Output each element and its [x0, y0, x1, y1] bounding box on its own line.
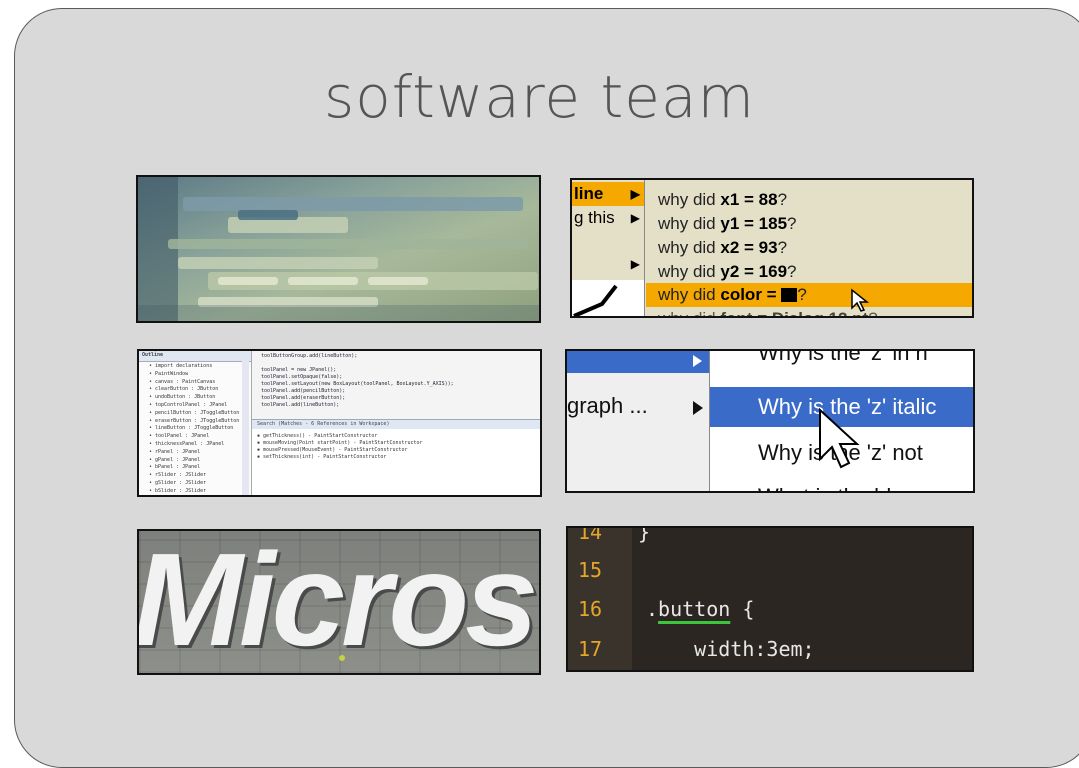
submenu-arrow-icon: [693, 401, 703, 415]
outline-item: • rPanel : JPanel: [149, 448, 201, 455]
code-line: toolPanel.add(eraserButton);: [261, 395, 346, 401]
eclipse-ide-screenshot: Outline Search (Matches - 6 References i…: [137, 349, 542, 497]
outline-item: • lineButton : JToggleButton: [149, 425, 234, 432]
submenu-arrow-icon: ▶: [630, 211, 640, 225]
submenu-arrow-icon: [693, 355, 702, 367]
question-item[interactable]: why did y2 = 169?: [646, 260, 972, 284]
question-item[interactable]: why did x2 = 93?: [646, 236, 972, 260]
code-line: toolPanel.add(lineButton);: [261, 402, 340, 408]
line-number: 14: [578, 526, 603, 544]
code-line: toolPanel.add(pencilButton);: [261, 388, 346, 394]
outline-item: • canvas : PaintCanvas: [149, 378, 216, 385]
line-number: 15: [578, 558, 603, 582]
parent-menu-highlight: [567, 351, 709, 373]
outline-item: • clearButton : JButton: [149, 386, 219, 393]
search-result-item: ▪ mouseMoving(Point startPoint) - PaintS…: [257, 440, 423, 446]
sign-lettering: Micros: [137, 529, 538, 673]
code-line: toolButtonGroup.add(lineButton);: [261, 353, 358, 359]
drawn-line-shape: [572, 280, 644, 316]
css-code-editor-screenshot: 14 } 15 16 .button { 17 width:3em;: [566, 526, 974, 672]
outline-item: • toolPanel : JPanel: [149, 433, 210, 440]
outline-item: • undoButton : JButton: [149, 394, 216, 401]
why-menu-blue-screenshot: graph ... Why is the 'z' in n Why is the…: [565, 349, 975, 493]
outline-item: • import declarations: [149, 363, 213, 369]
outline-item: • bPanel : JPanel: [149, 464, 201, 471]
mouse-pointer-icon: [819, 407, 860, 469]
mouse-pointer-icon: [851, 288, 870, 312]
menu-item-blank[interactable]: ▶: [572, 252, 644, 276]
outline-item: • topControlPanel : JPanel: [149, 402, 228, 408]
question-item[interactable]: Why is the 'z' in n: [710, 351, 973, 373]
code-line: toolPanel = new JPanel();: [261, 367, 337, 373]
search-panel-label: Search (Matches - 6 References in Worksp…: [257, 421, 390, 427]
slide-title: software team: [324, 63, 755, 131]
menu-item-line[interactable]: line ▶: [572, 182, 644, 206]
ide-photo-image: [136, 175, 541, 323]
outline-item: • PaintWindow: [149, 370, 189, 377]
search-result-item: ▪ mousePressed(MouseEvent) - PaintStartC…: [257, 447, 408, 453]
code-line: toolPanel.setLayout(new BoxLayout(toolPa…: [261, 381, 454, 387]
question-item[interactable]: why did font = Dialog 12 pt?: [646, 307, 972, 316]
question-item[interactable]: What is the bl: [710, 477, 973, 491]
why-menu-orange-screenshot: line ▶ g this ▶ ▶ why did x1 = 88? why did…: [570, 178, 974, 318]
code-line-selector[interactable]: .button {: [646, 597, 754, 621]
outline-item: • gPanel : JPanel: [149, 456, 201, 463]
code-line: width:3em;: [646, 637, 815, 661]
search-result-item: ▪ setThickness(int) - PaintStartConstruc…: [257, 454, 387, 460]
outline-item: • gSlider : JSlider: [149, 480, 207, 486]
search-result-item: ▪ getThickness() - PaintStartConstructor: [257, 433, 378, 439]
question-item[interactable]: why did x1 = 88?: [646, 188, 972, 212]
outline-item: • rSlider : JSlider: [149, 472, 207, 479]
color-swatch: [781, 288, 798, 302]
line-number: 17: [578, 637, 603, 661]
submenu-arrow-icon: ▶: [630, 257, 640, 271]
code-line: }: [638, 526, 651, 544]
outline-item: • thicknessPanel : JPanel: [149, 441, 225, 447]
question-item[interactable]: why did y1 = 185?: [646, 212, 972, 236]
outline-scrollbar[interactable]: [242, 361, 249, 495]
code-line: toolPanel.setOpaque(false);: [261, 374, 343, 380]
menu-item-graph[interactable]: graph ...: [567, 393, 648, 419]
outline-item: • bSlider : JSlider: [149, 487, 207, 494]
outline-item: • eraserButton : JToggleButton: [149, 417, 240, 424]
question-item-selected[interactable]: why did color = ?: [646, 283, 972, 307]
menu-item-this[interactable]: g this ▶: [572, 206, 644, 230]
microsoft-sign-photo: Micros: [137, 529, 541, 675]
outline-label: Outline: [142, 352, 164, 358]
line-number: 16: [578, 597, 603, 621]
outline-item: • pencilButton : JToggleButton: [149, 409, 240, 416]
submenu-arrow-icon: ▶: [630, 187, 640, 201]
